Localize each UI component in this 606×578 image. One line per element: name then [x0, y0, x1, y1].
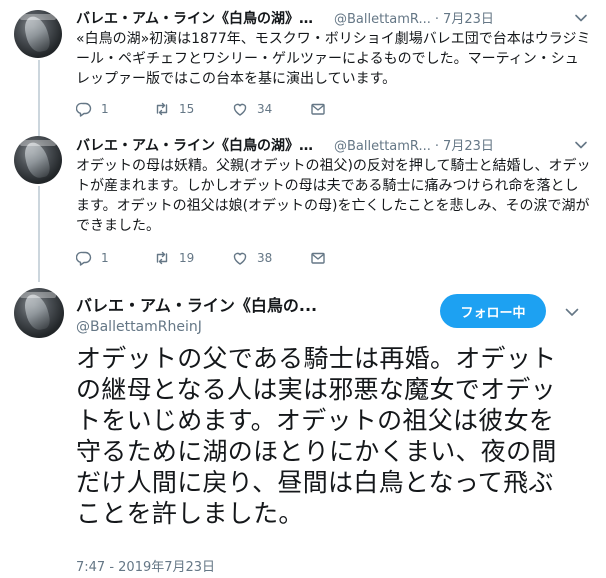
tweet-header: バレエ・アム・ライン《白鳥の湖》日本公演... @BallettamR... ·…: [76, 135, 592, 155]
retweet-count: 19: [179, 251, 195, 265]
reply-icon: [76, 102, 92, 117]
tweet-text: オデットの母は妖精。父親(オデットの祖父)の反対を押して騎士と結婚し、オデットが…: [76, 158, 591, 234]
display-name[interactable]: バレエ・アム・ライン《白鳥の...: [76, 292, 317, 316]
main-tweet-text: オデットの父である騎士は再婚。オデットの継母となる人は実は邪悪な魔女でオデットを…: [76, 344, 557, 528]
reply-button[interactable]: 1: [76, 101, 154, 117]
tweet-text: «白鳥の湖»初演は1877年、モスクワ・ボリショイ劇場バレエ団で台本はウラジミー…: [76, 31, 591, 87]
chevron-down-icon[interactable]: [574, 10, 588, 24]
tweet-actions: 1 15 34: [76, 99, 388, 119]
user-handle[interactable]: @BallettamR...: [334, 139, 431, 154]
avatar[interactable]: [14, 10, 62, 58]
tweet-time[interactable]: 7月23日: [443, 8, 494, 27]
tweet: バレエ・アム・ライン《白鳥の湖》日本公演... @BallettamR... ·…: [76, 8, 592, 89]
chevron-down-icon[interactable]: [564, 304, 580, 320]
reply-count: 1: [101, 251, 109, 265]
reply-count: 1: [101, 102, 109, 116]
avatar[interactable]: [14, 136, 62, 184]
display-name[interactable]: バレエ・アム・ライン《白鳥の湖》日本公演...: [76, 8, 326, 28]
following-button[interactable]: フォロー中: [440, 294, 546, 328]
avatar[interactable]: [14, 288, 64, 338]
chevron-down-icon[interactable]: [574, 137, 588, 151]
tweet-timestamp[interactable]: 7:47 - 2019年7月23日: [76, 556, 215, 575]
user-handle[interactable]: @BallettamR...: [334, 12, 431, 27]
tweet-actions: 1 19 38: [76, 248, 388, 268]
heart-icon: [233, 252, 247, 265]
reply-button[interactable]: 1: [76, 250, 154, 266]
like-button[interactable]: 38: [232, 250, 310, 266]
display-name[interactable]: バレエ・アム・ライン《白鳥の湖》日本公演...: [76, 135, 326, 155]
retweet-count: 15: [179, 102, 195, 116]
thread-line: [38, 60, 40, 136]
retweet-icon: [156, 251, 168, 265]
like-count: 38: [257, 251, 273, 265]
retweet-button[interactable]: 15: [154, 101, 232, 117]
direct-message-button[interactable]: [310, 101, 388, 117]
tweet: バレエ・アム・ライン《白鳥の湖》日本公演... @BallettamR... ·…: [76, 135, 592, 236]
separator-dot: ·: [434, 12, 440, 27]
direct-message-button[interactable]: [310, 250, 388, 266]
like-count: 34: [257, 102, 273, 116]
user-handle[interactable]: @BallettamRheinJ: [76, 319, 317, 335]
reply-icon: [76, 251, 92, 266]
retweet-button[interactable]: 19: [154, 250, 232, 266]
direct-message-icon: [311, 252, 325, 264]
thread-line: [38, 186, 40, 282]
separator-dot: ·: [434, 139, 440, 154]
main-tweet-header: バレエ・アム・ライン《白鳥の... @BallettamRheinJ: [76, 292, 317, 335]
tweet-header: バレエ・アム・ライン《白鳥の湖》日本公演... @BallettamR... ·…: [76, 8, 592, 28]
like-button[interactable]: 34: [232, 101, 310, 117]
direct-message-icon: [311, 103, 325, 115]
retweet-icon: [156, 102, 168, 116]
tweet-time[interactable]: 7月23日: [443, 135, 494, 154]
heart-icon: [233, 103, 247, 116]
